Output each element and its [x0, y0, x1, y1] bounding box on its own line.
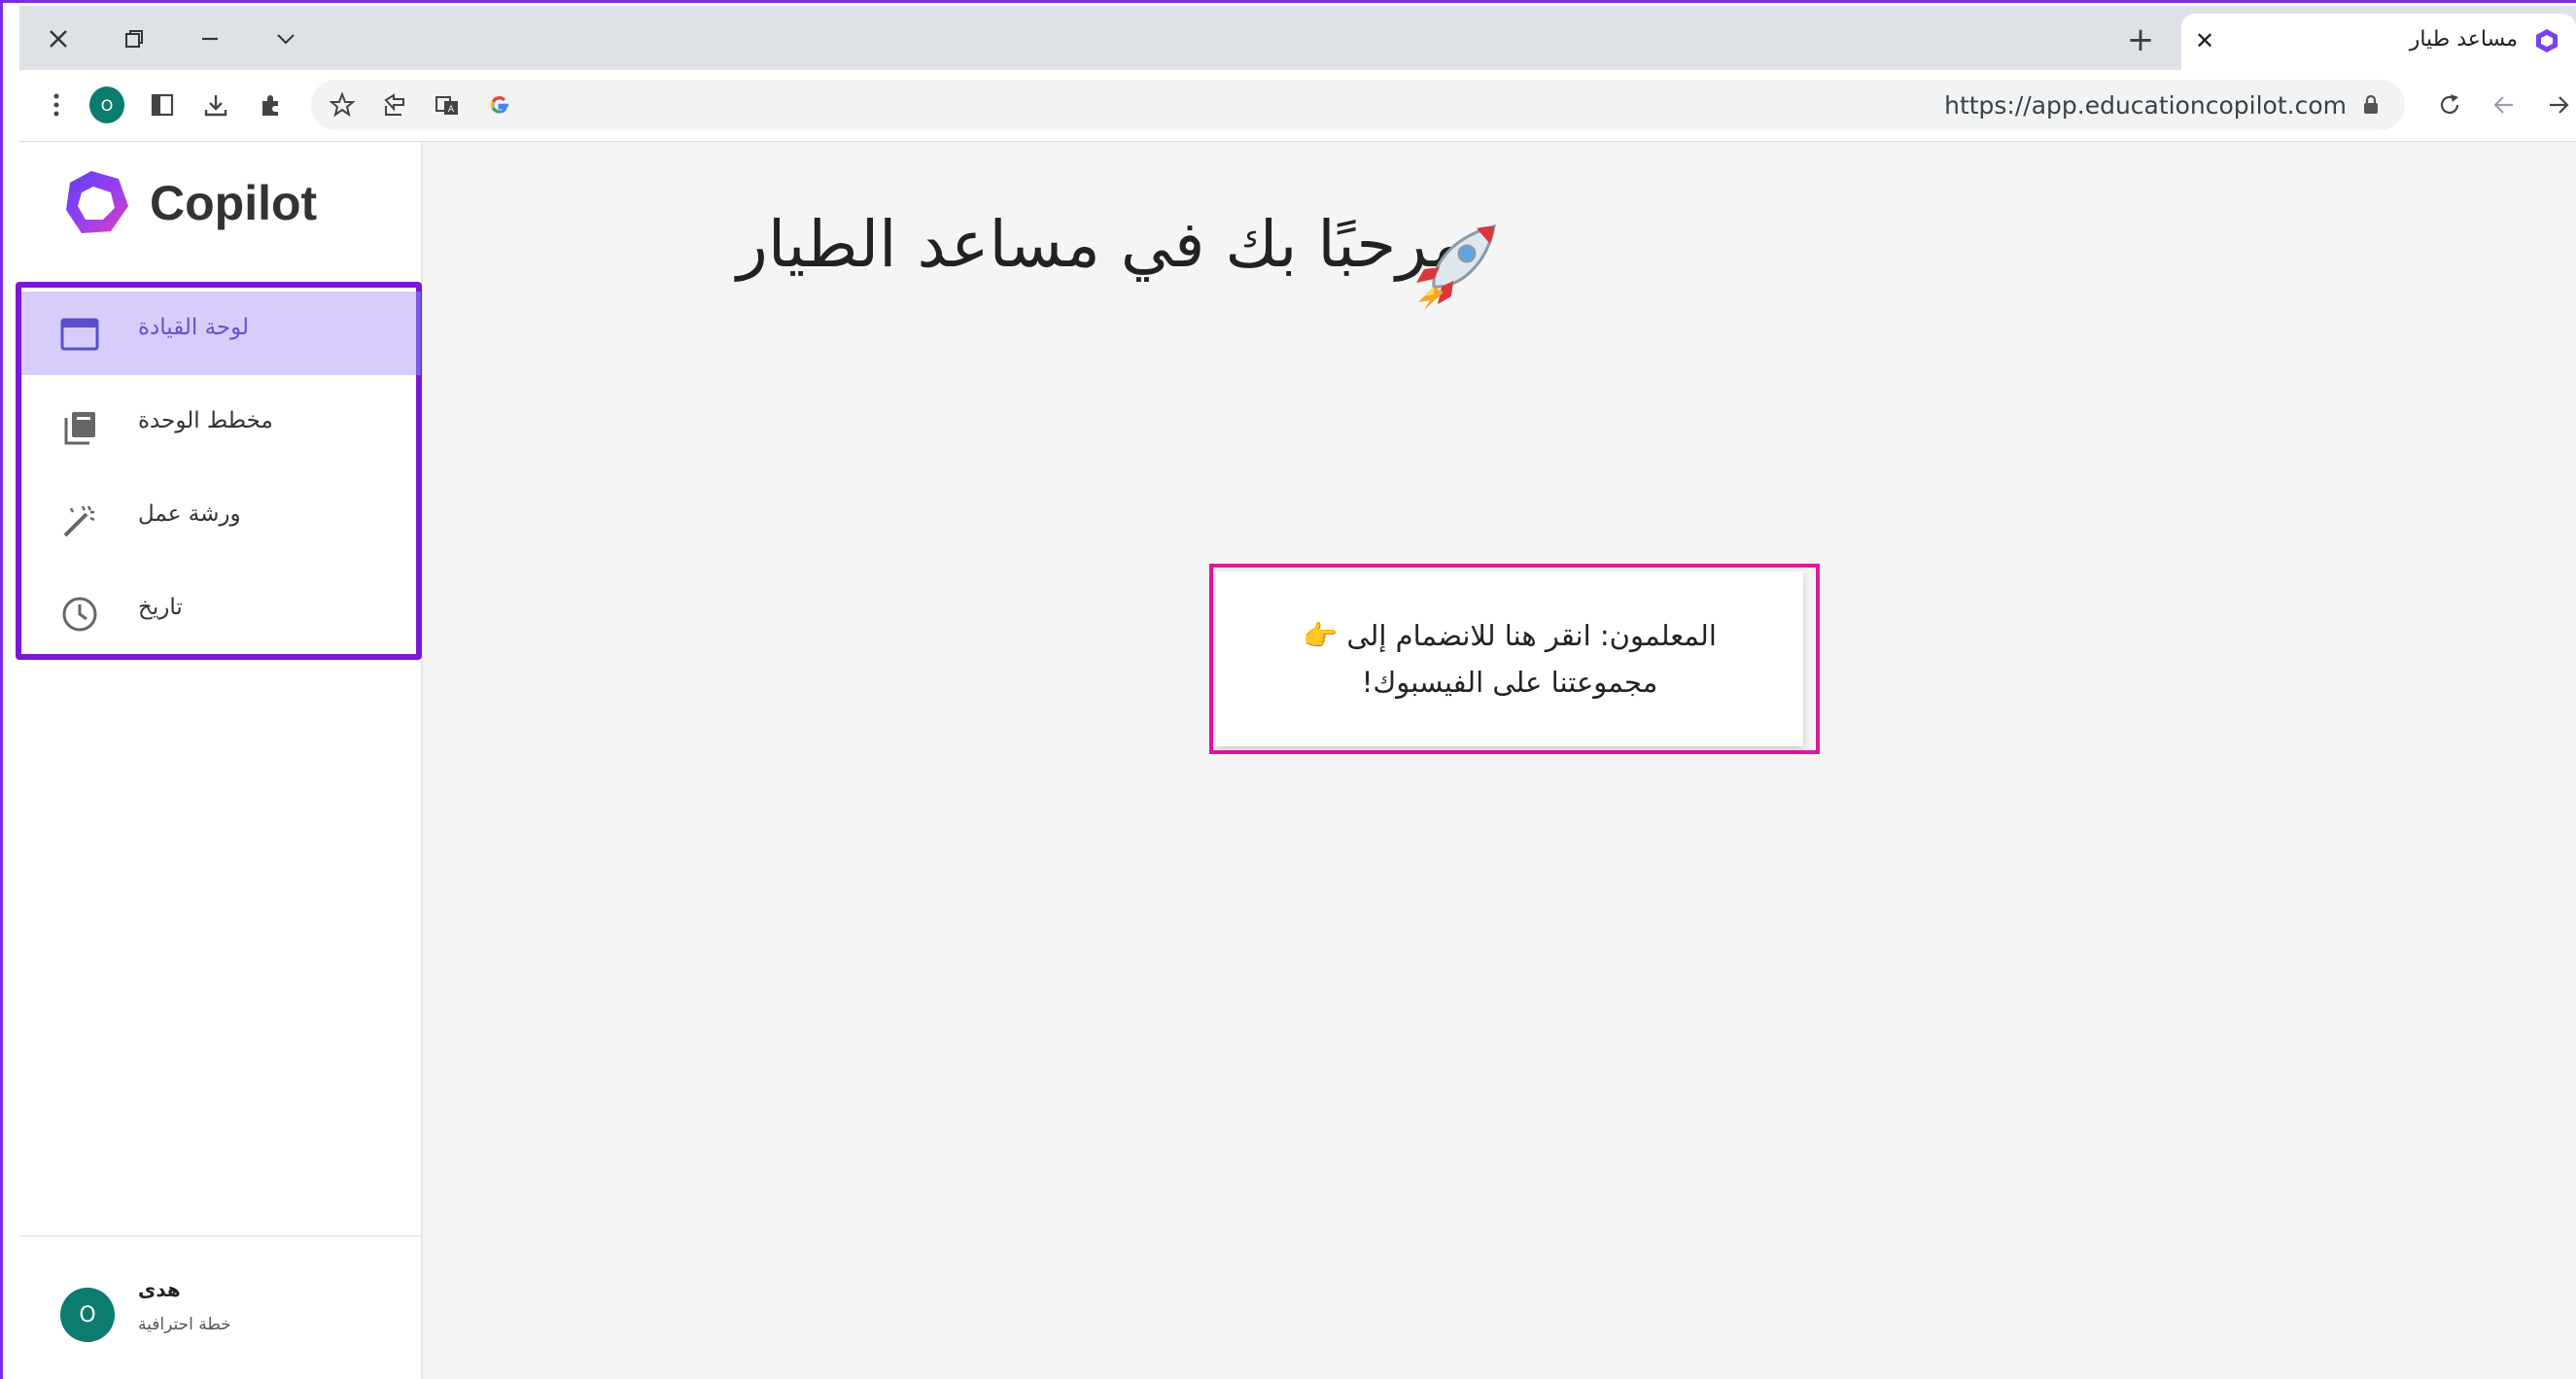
browser-tab-bar: + ✕ مساعد طيار [19, 6, 2576, 70]
user-plan: خطة احترافية [138, 1315, 231, 1334]
url-text[interactable]: https://app.educationcopilot.com [1944, 91, 2347, 120]
reload-icon[interactable] [2432, 87, 2467, 122]
sidebar-item-label: مخطط الوحدة [138, 408, 273, 433]
callout-line-1: المعلمون: انقر هنا للانضمام إلى 👉 [1303, 619, 1717, 652]
lock-icon[interactable] [2362, 95, 2380, 115]
sidebar-item-workshop[interactable]: ورشة عمل [21, 478, 416, 562]
tab-close-icon[interactable]: ✕ [2195, 27, 2214, 54]
sidebar-item-label: تاريخ [138, 595, 183, 620]
user-profile[interactable]: O هدى خطة احترافية [19, 1235, 421, 1379]
user-name: هدى [138, 1278, 181, 1301]
share-icon[interactable] [377, 87, 412, 122]
copilot-logo[interactable]: Copilot [60, 167, 317, 239]
tab-title: مساعد طيار [2409, 27, 2518, 52]
main-content [423, 142, 2576, 1379]
sidebar: Copilot لوحة القيادة مخطط الوحدة ورشة عم… [16, 142, 423, 1379]
unit-planner-icon [60, 408, 99, 447]
address-bar[interactable]: A https://app.educationcopilot.com [311, 80, 2405, 130]
profile-initial: O [89, 86, 124, 123]
bookmark-star-icon[interactable] [325, 87, 360, 122]
copilot-favicon-icon [2536, 29, 2558, 52]
translate-icon[interactable]: A [430, 87, 465, 122]
callout-line-2: مجموعتنا على الفيسبوك! [1361, 666, 1658, 699]
extensions-icon[interactable] [253, 87, 288, 122]
sidebar-item-history[interactable]: تاريخ [21, 571, 416, 655]
google-icon[interactable] [482, 87, 517, 122]
sidebar-item-label: ورشة عمل [138, 501, 241, 527]
rocket-icon [1416, 224, 1496, 310]
sidebar-item-unit-planner[interactable]: مخطط الوحدة [21, 385, 416, 468]
menu-kebab-icon[interactable] [39, 87, 74, 122]
magic-wand-icon [60, 501, 99, 540]
active-tab[interactable]: ✕ مساعد طيار [2181, 14, 2576, 70]
tab-search-icon[interactable] [266, 19, 305, 58]
sidebar-nav: لوحة القيادة مخطط الوحدة ورشة عمل تاريخ [16, 282, 422, 660]
svg-text:A: A [448, 105, 455, 115]
copilot-logo-icon [66, 171, 128, 233]
new-tab-icon[interactable]: + [2123, 23, 2158, 58]
clock-icon [60, 595, 99, 634]
side-panel-icon[interactable] [145, 87, 180, 122]
browser-toolbar: O A https://app.educationcopilot.com [19, 70, 2576, 142]
facebook-group-callout[interactable]: المعلمون: انقر هنا للانضمام إلى 👉 مجموعت… [1216, 571, 1803, 746]
sidebar-item-dashboard[interactable]: لوحة القيادة [21, 292, 421, 375]
back-arrow-icon[interactable] [2487, 87, 2522, 122]
download-icon[interactable] [198, 87, 233, 122]
avatar: O [60, 1288, 115, 1342]
dashboard-icon [60, 315, 99, 354]
sidebar-item-label: لوحة القيادة [138, 315, 250, 340]
logo-text: Copilot [150, 176, 318, 230]
forward-arrow-icon[interactable] [2541, 87, 2576, 122]
minimize-window-icon[interactable] [191, 19, 229, 58]
close-window-icon[interactable] [39, 19, 78, 58]
restore-window-icon[interactable] [115, 19, 154, 58]
profile-avatar[interactable]: O [89, 86, 124, 123]
